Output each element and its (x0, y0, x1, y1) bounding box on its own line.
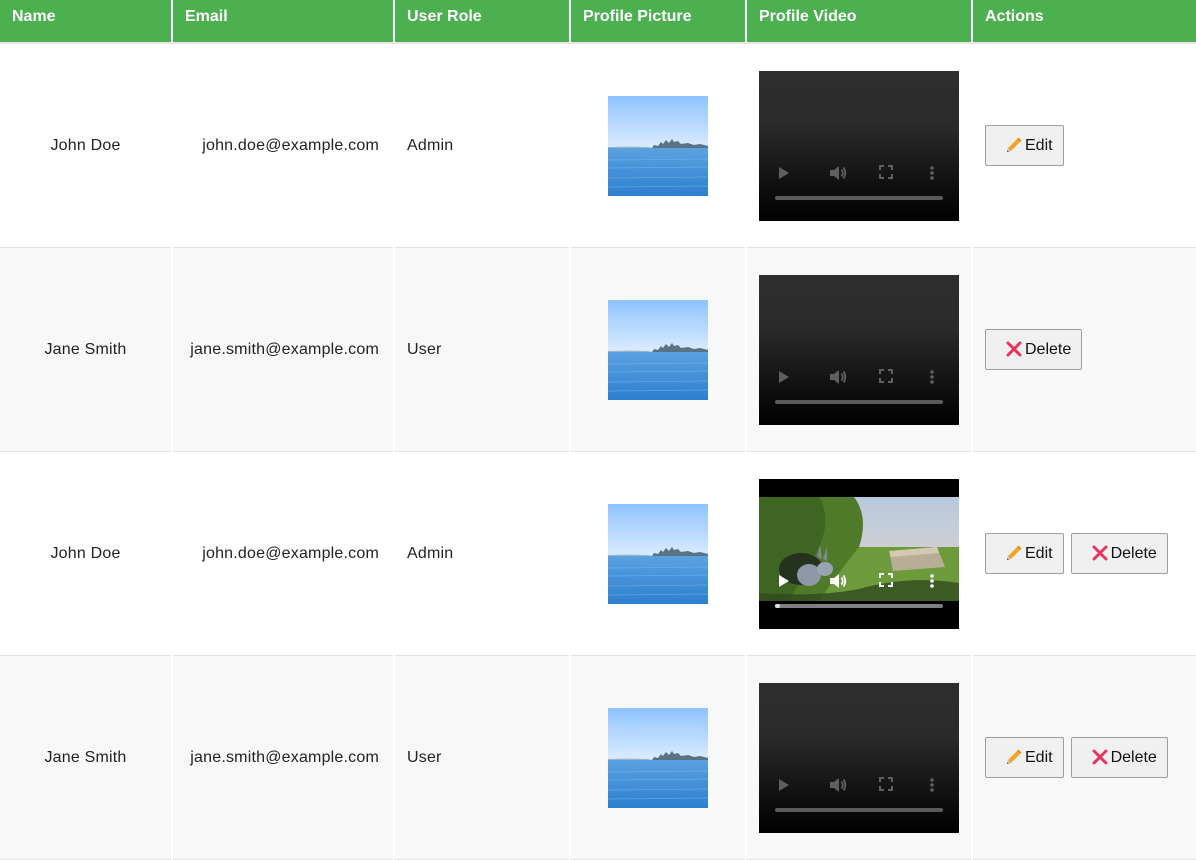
video-progress-fill (775, 603, 781, 608)
fullscreen-icon[interactable] (879, 572, 893, 589)
volume-icon[interactable] (829, 369, 847, 385)
table-row: John Doe john.doe@example.com Admin Edit (0, 43, 1196, 248)
actions-cell: Edit Delete (972, 451, 1196, 656)
profile-video[interactable] (759, 478, 959, 629)
profile-video-cell (746, 43, 973, 248)
cross-icon (1091, 748, 1109, 766)
table-header-row: Name Email User Role Profile Picture Pro… (0, 0, 1196, 44)
video-progress-bar[interactable] (775, 807, 943, 812)
actions-cell: Edit Delete (972, 655, 1196, 860)
edit-button-label: Edit (1025, 749, 1053, 766)
edit-button[interactable]: Edit (985, 125, 1064, 166)
user-email: john.doe@example.com (172, 43, 395, 248)
header-profile-video: Profile Video (746, 0, 973, 44)
fullscreen-icon[interactable] (879, 776, 893, 793)
profile-picture-cell (570, 43, 747, 248)
users-table: Name Email User Role Profile Picture Pro… (0, 0, 1196, 860)
profile-video[interactable] (759, 70, 959, 221)
user-name: Jane Smith (0, 655, 173, 860)
profile-video-cell (746, 451, 973, 656)
user-email: jane.smith@example.com (172, 655, 395, 860)
video-progress-bar[interactable] (775, 195, 943, 200)
play-icon[interactable] (777, 369, 791, 385)
header-profile-picture: Profile Picture (570, 0, 747, 44)
edit-button[interactable]: Edit (985, 737, 1064, 778)
profile-picture (608, 503, 708, 604)
more-options-icon[interactable] (929, 369, 935, 385)
user-email: john.doe@example.com (172, 451, 395, 656)
delete-button-label: Delete (1110, 545, 1157, 562)
play-icon[interactable] (777, 165, 791, 181)
user-role: User (394, 247, 571, 452)
profile-video[interactable] (759, 682, 959, 833)
profile-picture (608, 95, 708, 196)
more-options-icon[interactable] (929, 165, 935, 181)
table-row: John Doe john.doe@example.com Admin Edit… (0, 451, 1196, 656)
more-options-icon[interactable] (929, 573, 935, 589)
user-role: Admin (394, 43, 571, 248)
edit-button[interactable]: Edit (985, 533, 1064, 574)
edit-button-label: Edit (1025, 137, 1053, 154)
profile-picture-cell (570, 451, 747, 656)
header-actions: Actions (972, 0, 1196, 44)
delete-button[interactable]: Delete (1070, 533, 1168, 574)
delete-button-label: Delete (1025, 341, 1072, 358)
volume-icon[interactable] (829, 165, 847, 181)
profile-video-cell (746, 655, 973, 860)
header-user-role: User Role (394, 0, 571, 44)
video-progress-bar[interactable] (775, 603, 943, 608)
more-options-icon[interactable] (929, 777, 935, 793)
profile-picture (608, 707, 708, 808)
volume-icon[interactable] (829, 777, 847, 793)
header-email: Email (172, 0, 395, 44)
pencil-icon (1005, 136, 1023, 154)
play-icon[interactable] (777, 777, 791, 793)
profile-video[interactable] (759, 274, 959, 425)
edit-button-label: Edit (1025, 545, 1053, 562)
profile-picture (608, 299, 708, 400)
delete-button-label: Delete (1110, 749, 1157, 766)
delete-button[interactable]: Delete (1070, 737, 1168, 778)
table-row: Jane Smith jane.smith@example.com User D… (0, 247, 1196, 452)
play-icon[interactable] (777, 573, 791, 589)
actions-cell: Delete (972, 247, 1196, 452)
cross-icon (1005, 340, 1023, 358)
fullscreen-icon[interactable] (879, 368, 893, 385)
pencil-icon (1005, 544, 1023, 562)
user-email: jane.smith@example.com (172, 247, 395, 452)
header-name: Name (0, 0, 173, 44)
cross-icon (1091, 544, 1109, 562)
fullscreen-icon[interactable] (879, 164, 893, 181)
profile-picture-cell (570, 655, 747, 860)
actions-cell: Edit (972, 43, 1196, 248)
user-role: User (394, 655, 571, 860)
video-progress-bar[interactable] (775, 399, 943, 404)
user-name: John Doe (0, 451, 173, 656)
profile-video-cell (746, 247, 973, 452)
user-name: Jane Smith (0, 247, 173, 452)
profile-picture-cell (570, 247, 747, 452)
volume-icon[interactable] (829, 573, 847, 589)
table-row: Jane Smith jane.smith@example.com User E… (0, 655, 1196, 860)
user-role: Admin (394, 451, 571, 656)
delete-button[interactable]: Delete (985, 329, 1083, 370)
user-name: John Doe (0, 43, 173, 248)
pencil-icon (1005, 748, 1023, 766)
